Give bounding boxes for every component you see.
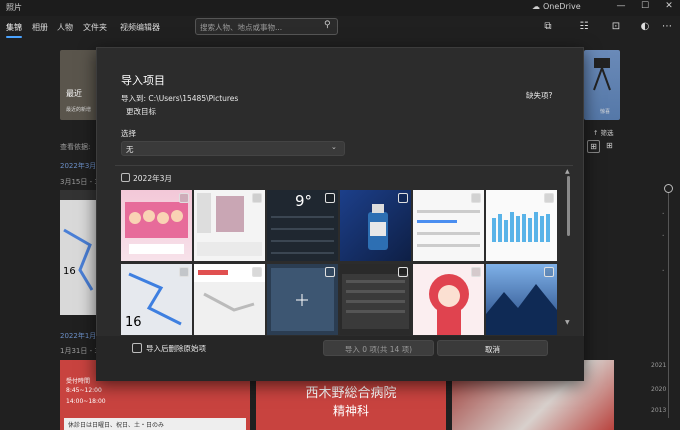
- import-destination: 导入到: C:\Users\15485\Pictures: [121, 93, 238, 104]
- cloud-icon: ☁: [532, 2, 540, 11]
- select-label: 选择: [121, 129, 136, 138]
- filter-button[interactable]: ↑ 筛选: [593, 127, 614, 137]
- select-dropdown[interactable]: [121, 141, 345, 156]
- search-input[interactable]: 搜索人物、地点或事物...: [200, 22, 282, 33]
- weather-temperature: 9°: [295, 192, 313, 210]
- group-date-label: 2022年3月: [133, 174, 172, 183]
- slideshow-icon[interactable]: ☷: [576, 21, 592, 32]
- timeline-year-2020[interactable]: 2020: [651, 386, 666, 393]
- search-icon[interactable]: ⚲: [324, 20, 331, 30]
- date-group-2: 2022年1月: [60, 332, 97, 340]
- select-icon[interactable]: ⧉: [540, 21, 556, 32]
- select-dropdown-value: 无: [126, 145, 134, 154]
- thumbnail-checkbox[interactable]: [544, 193, 554, 203]
- scrollbar-thumb[interactable]: [567, 176, 570, 236]
- chevron-down-icon: ⌄: [331, 143, 337, 151]
- thumbnail-checkbox[interactable]: [471, 267, 481, 277]
- import-thumbnail[interactable]: [340, 264, 411, 335]
- map-thumbnail: 16: [60, 190, 96, 291]
- scroll-down-arrow[interactable]: ▼: [565, 319, 570, 326]
- more-options-icon[interactable]: ⋯: [659, 21, 675, 32]
- tab-folders[interactable]: 文件夹: [83, 22, 107, 33]
- group-select-checkbox[interactable]: [121, 173, 130, 182]
- timeline-track[interactable]: [668, 188, 669, 418]
- import-thumbnail[interactable]: [413, 264, 484, 335]
- thumbnail-checkbox[interactable]: [325, 267, 335, 277]
- import-thumbnail[interactable]: 16: [121, 264, 192, 335]
- grid-small-view-button[interactable]: ⊞: [606, 141, 613, 150]
- timeline-year-2013[interactable]: 2013: [651, 407, 666, 414]
- thumbnail-checkbox[interactable]: [398, 193, 408, 203]
- thumbnail-checkbox[interactable]: [179, 193, 189, 203]
- import-to-label: 导入到:: [121, 94, 147, 103]
- tab-albums[interactable]: 相册: [32, 22, 48, 33]
- tab-people[interactable]: 人物: [57, 22, 73, 33]
- grid-large-view-button[interactable]: ⊞: [587, 140, 600, 153]
- import-thumbnail[interactable]: [267, 264, 338, 335]
- delete-after-import-checkbox[interactable]: [132, 343, 142, 353]
- date-range-2: 1月31日 - 3: [60, 347, 99, 355]
- change-target-link[interactable]: 更改目标: [126, 106, 156, 117]
- import-icon[interactable]: ⊡: [608, 21, 624, 32]
- active-tab-indicator: [6, 36, 22, 38]
- import-thumbnail[interactable]: 9°: [267, 190, 338, 261]
- schedule-row-1: 8:45~12:00: [66, 387, 102, 394]
- schedule-note: 休診日は日曜日、祝日、土・日のみ: [68, 422, 165, 429]
- dialog-title: 导入项目: [121, 74, 165, 87]
- svg-text:16: 16: [125, 315, 142, 330]
- account-icon[interactable]: ◐: [637, 21, 653, 32]
- missing-items-link[interactable]: 缺失项?: [526, 90, 552, 101]
- app-title: 照片: [6, 3, 22, 12]
- thumbnail-checkbox[interactable]: [252, 267, 262, 277]
- timeline-year-2021[interactable]: 2021: [651, 362, 666, 369]
- timeline-dot: •: [662, 268, 665, 273]
- view-by-label: 查看依据:: [60, 143, 91, 151]
- thumbnail-checkbox[interactable]: [544, 267, 554, 277]
- cancel-button-label: 取消: [485, 345, 500, 354]
- import-path: C:\Users\15485\Pictures: [148, 94, 239, 103]
- maximize-button[interactable]: ☐: [638, 1, 652, 11]
- recent-album-sub: 最近的新增: [66, 107, 92, 113]
- filter-label: 筛选: [600, 129, 614, 137]
- schedule-row-0: 受付時間: [66, 378, 91, 385]
- import-thumbnail[interactable]: [340, 190, 411, 261]
- tab-collection[interactable]: 集锦: [6, 22, 22, 33]
- tab-video-editor[interactable]: 视频编辑器: [120, 22, 160, 33]
- import-thumbnail[interactable]: [413, 190, 484, 261]
- import-thumbnail[interactable]: [194, 264, 265, 335]
- delete-after-import-label: 导入后删除原始项: [146, 344, 206, 353]
- timeline-dot: •: [662, 211, 665, 216]
- recent-album-label: 最近: [66, 89, 82, 98]
- onedrive-label: OneDrive: [543, 2, 581, 11]
- schedule-row-2: 14:00~18:00: [66, 398, 106, 405]
- import-thumbnail[interactable]: [486, 264, 557, 335]
- background-photo-map[interactable]: 16: [60, 190, 96, 315]
- scroll-up-arrow[interactable]: ▲: [565, 168, 570, 175]
- import-thumbnail[interactable]: [194, 190, 265, 261]
- onedrive-status[interactable]: ☁ OneDrive: [532, 2, 581, 11]
- date-group-1: 2022年3月: [60, 162, 97, 170]
- date-range-1: 3月15日 - 3: [60, 178, 99, 186]
- hospital-department: 精神科: [332, 404, 369, 418]
- surprise-album-sub: 惊喜: [600, 109, 611, 115]
- sort-icon: ↑: [593, 129, 599, 137]
- hospital-name: 西木野総合病院: [305, 386, 397, 401]
- dialog-divider: [115, 165, 573, 166]
- thumbnail-checkbox[interactable]: [325, 193, 335, 203]
- thumbnail-checkbox[interactable]: [252, 193, 262, 203]
- thumbnail-checkbox[interactable]: [471, 193, 481, 203]
- timeline-dot: •: [662, 233, 665, 238]
- thumbnail-checkbox[interactable]: [179, 267, 189, 277]
- minimize-button[interactable]: —: [614, 1, 628, 11]
- import-thumbnail[interactable]: [486, 190, 557, 261]
- import-button-label: 导入 0 项(共 14 项): [344, 345, 413, 354]
- svg-text:16: 16: [63, 266, 76, 277]
- close-button[interactable]: ✕: [662, 1, 676, 11]
- thumbnail-checkbox[interactable]: [398, 267, 408, 277]
- timeline-knob[interactable]: [664, 184, 673, 193]
- import-thumbnail[interactable]: [121, 190, 192, 261]
